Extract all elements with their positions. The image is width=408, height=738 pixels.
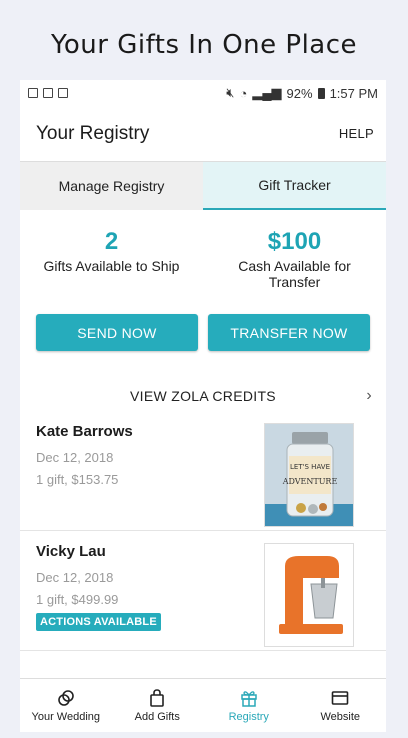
gift-thumbnail-jar[interactable]: LET'S HAVE ADVENTURE	[264, 423, 354, 527]
browser-icon	[331, 690, 349, 705]
rings-icon	[57, 689, 74, 706]
chevron-right-icon: ›	[366, 387, 372, 404]
gifts-label: Gifts Available to Ship	[43, 258, 180, 274]
nav-your-wedding[interactable]: Your Wedding	[20, 679, 112, 732]
phone-screen: 🔇︎ ◔ ▂▄▆ 92% 1:57 PM Your Registry HELP …	[20, 80, 386, 732]
page-headline: Your Gifts In One Place	[50, 30, 358, 60]
gift-info: Vicky Lau Dec 12, 2018 1 gift, $499.99 A…	[36, 543, 161, 640]
tab-manage-registry[interactable]: Manage Registry	[20, 162, 203, 210]
gift-date: Dec 12, 2018	[36, 450, 114, 465]
action-buttons: SEND NOW TRANSFER NOW	[20, 314, 386, 351]
wifi-icon: ◔	[239, 85, 248, 101]
nav-website[interactable]: Website	[295, 679, 387, 732]
gift-detail: 1 gift, $153.75	[36, 472, 119, 487]
app-bar: Your Registry HELP	[20, 106, 386, 161]
nav-label: Registry	[228, 710, 269, 723]
gift-icon	[241, 690, 257, 707]
giver-name: Kate Barrows	[36, 423, 133, 440]
calendar-notification-icon	[43, 88, 53, 98]
giver-name: Vicky Lau	[36, 543, 106, 560]
file-notification-icon	[58, 88, 68, 98]
cash-amount: $100	[267, 228, 322, 255]
view-credits-link[interactable]: VIEW ZOLA CREDITS ›	[20, 381, 386, 411]
signal-icon: ▂▄▆	[252, 85, 282, 100]
gift-detail: 1 gift, $499.99	[36, 592, 119, 607]
nav-label: Website	[320, 710, 361, 723]
svg-text:ADVENTURE: ADVENTURE	[282, 477, 338, 486]
battery-percent: 92%	[286, 85, 313, 101]
gift-row[interactable]: Vicky Lau Dec 12, 2018 1 gift, $499.99 A…	[20, 531, 386, 651]
help-button[interactable]: HELP	[339, 126, 374, 141]
cash-label: Cash Available for Transfer	[238, 258, 351, 290]
stats-section: 2 Gifts Available to Ship $100 Cash Avai…	[20, 210, 386, 290]
nav-label: Your Wedding	[31, 710, 101, 723]
actions-available-badge[interactable]: ACTIONS AVAILABLE	[36, 613, 161, 631]
gifts-stat: 2 Gifts Available to Ship	[20, 228, 203, 290]
view-credits-label: VIEW ZOLA CREDITS	[130, 388, 276, 404]
mute-icon: 🔇︎	[226, 85, 235, 100]
image-notification-icon	[28, 88, 38, 98]
tab-bar: Manage Registry Gift Tracker	[20, 161, 386, 210]
send-now-button[interactable]: SEND NOW	[36, 314, 198, 351]
gift-thumbnail-mixer[interactable]	[264, 543, 354, 647]
nav-label: Add Gifts	[134, 710, 180, 723]
transfer-now-button[interactable]: TRANSFER NOW	[208, 314, 370, 351]
svg-text:LET'S HAVE: LET'S HAVE	[290, 463, 330, 471]
page-title: Your Registry	[36, 122, 150, 144]
nav-registry[interactable]: Registry	[203, 679, 295, 732]
status-bar: 🔇︎ ◔ ▂▄▆ 92% 1:57 PM	[20, 80, 386, 106]
battery-icon	[317, 87, 325, 99]
gifts-count: 2	[104, 228, 119, 255]
gift-date: Dec 12, 2018	[36, 570, 114, 585]
gift-row[interactable]: Kate Barrows Dec 12, 2018 1 gift, $153.7…	[20, 411, 386, 531]
cash-stat: $100 Cash Available for Transfer	[203, 228, 386, 290]
bag-icon	[150, 688, 165, 707]
clock: 1:57 PM	[329, 85, 378, 101]
nav-add-gifts[interactable]: Add Gifts	[112, 679, 204, 732]
tab-gift-tracker[interactable]: Gift Tracker	[203, 162, 386, 210]
gift-info: Kate Barrows Dec 12, 2018 1 gift, $153.7…	[36, 423, 133, 520]
bottom-navigation: Your Wedding Add Gifts Registry Website	[20, 678, 386, 732]
